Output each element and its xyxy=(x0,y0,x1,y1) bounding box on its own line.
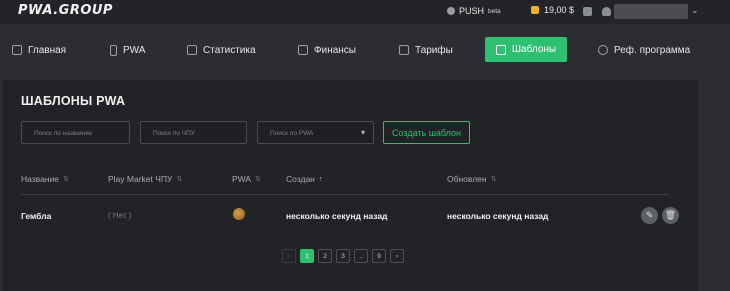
push-icon xyxy=(447,7,455,15)
sort-icon: ⇅ xyxy=(490,176,497,183)
link-icon xyxy=(598,45,608,55)
top-bar: PWA.GROUP PUSH beta 19,00 $ ⌄ xyxy=(0,0,730,24)
nav-item-finance[interactable]: Финансы xyxy=(298,41,356,59)
cell-name: Гембла xyxy=(21,211,52,221)
page-button[interactable]: 1 xyxy=(300,249,314,263)
table-divider xyxy=(21,194,669,195)
nav-label: Шаблоны xyxy=(511,44,557,55)
tariff-icon xyxy=(399,45,409,55)
sort-icon: ⇅ xyxy=(255,176,261,183)
sort-icon: ⇅ xyxy=(176,176,183,183)
column-header-slug[interactable]: Play Market ЧПУ ⇅ xyxy=(108,174,182,184)
nav-label: Финансы xyxy=(314,44,356,56)
pwa-select[interactable]: Поиск по PWA ▾ xyxy=(257,121,374,144)
trash-icon: 🗑 xyxy=(664,210,677,220)
pwa-select-value: Поиск по PWA xyxy=(270,130,314,137)
page-button[interactable]: 2 xyxy=(318,249,332,263)
search-slug-input[interactable]: Поиск по ЧПУ xyxy=(140,121,247,144)
phone-icon xyxy=(110,44,117,56)
push-label: PUSH xyxy=(459,6,485,16)
page-button[interactable]: 9 xyxy=(372,249,386,263)
nav-label: Статистика xyxy=(203,44,256,56)
templates-panel: ШАБЛОНЫ PWA Поиск по названию Поиск по Ч… xyxy=(3,80,698,291)
next-page-button[interactable]: › xyxy=(390,249,404,263)
push-badge: beta xyxy=(488,7,501,15)
wallet-icon xyxy=(531,6,539,14)
chart-icon xyxy=(187,45,197,55)
column-header-name[interactable]: Название ⇅ xyxy=(21,174,69,184)
balance-value: 19,00 $ xyxy=(544,5,575,15)
edit-button[interactable]: ✎ xyxy=(641,207,658,224)
column-label: Обновлен xyxy=(447,174,487,184)
column-label: Создан xyxy=(286,174,315,184)
bell-icon[interactable] xyxy=(602,7,611,16)
nav-label: Реф. программа xyxy=(614,44,691,56)
nav-item-home[interactable]: Главная xyxy=(12,41,66,59)
nav-label: Главная xyxy=(28,44,67,56)
user-menu[interactable] xyxy=(614,4,688,19)
column-label: Название xyxy=(21,174,59,184)
chevron-down-icon[interactable]: ⌄ xyxy=(691,5,699,16)
sort-icon: ⇅ xyxy=(62,176,69,183)
column-label: PWA xyxy=(232,174,252,184)
nav-label: PWA xyxy=(123,44,146,56)
nav-item-tariffs[interactable]: Тарифы xyxy=(399,41,453,59)
page-title: ШАБЛОНЫ PWA xyxy=(21,94,126,108)
pagination: ‹ 1 2 3 .. 9 › xyxy=(282,249,404,263)
nav-item-referral[interactable]: Реф. программа xyxy=(598,41,690,59)
nav-label: Тарифы xyxy=(415,44,453,56)
cell-created: несколько секунд назад xyxy=(286,211,388,221)
cell-slug: ( Нет ) xyxy=(108,211,132,220)
column-header-created[interactable]: Создан ↑ xyxy=(286,174,322,184)
home-icon xyxy=(12,45,22,55)
main-nav: Главная PWA Статистика Финансы Тарифы Ша… xyxy=(0,24,730,74)
cell-updated: несколько секунд назад xyxy=(447,211,549,221)
nav-item-stats[interactable]: Статистика xyxy=(187,41,256,59)
pencil-icon: ✎ xyxy=(645,210,654,220)
finance-icon xyxy=(298,45,308,55)
sort-asc-icon: ↑ xyxy=(318,175,323,183)
search-name-input[interactable]: Поиск по названию xyxy=(21,121,130,144)
pwa-avatar xyxy=(233,208,245,220)
balance[interactable]: 19,00 $ xyxy=(531,5,574,15)
create-template-button[interactable]: Создать шаблон xyxy=(383,121,470,144)
push-indicator[interactable]: PUSH beta xyxy=(447,6,501,16)
delete-button[interactable]: 🗑 xyxy=(662,207,679,224)
template-icon xyxy=(495,44,506,55)
column-header-updated[interactable]: Обновлен ⇅ xyxy=(447,174,496,184)
column-label: Play Market ЧПУ xyxy=(108,174,173,184)
chevron-down-icon: ▾ xyxy=(360,128,365,137)
column-header-pwa[interactable]: PWA ⇅ xyxy=(232,174,261,184)
page-ellipsis: .. xyxy=(354,249,368,263)
chat-icon[interactable] xyxy=(583,7,592,16)
prev-page-button[interactable]: ‹ xyxy=(282,249,296,263)
nav-item-pwa[interactable]: PWA xyxy=(110,41,145,59)
page-button[interactable]: 3 xyxy=(336,249,350,263)
nav-item-templates[interactable]: Шаблоны xyxy=(485,37,567,62)
logo[interactable]: PWA.GROUP xyxy=(18,3,113,18)
